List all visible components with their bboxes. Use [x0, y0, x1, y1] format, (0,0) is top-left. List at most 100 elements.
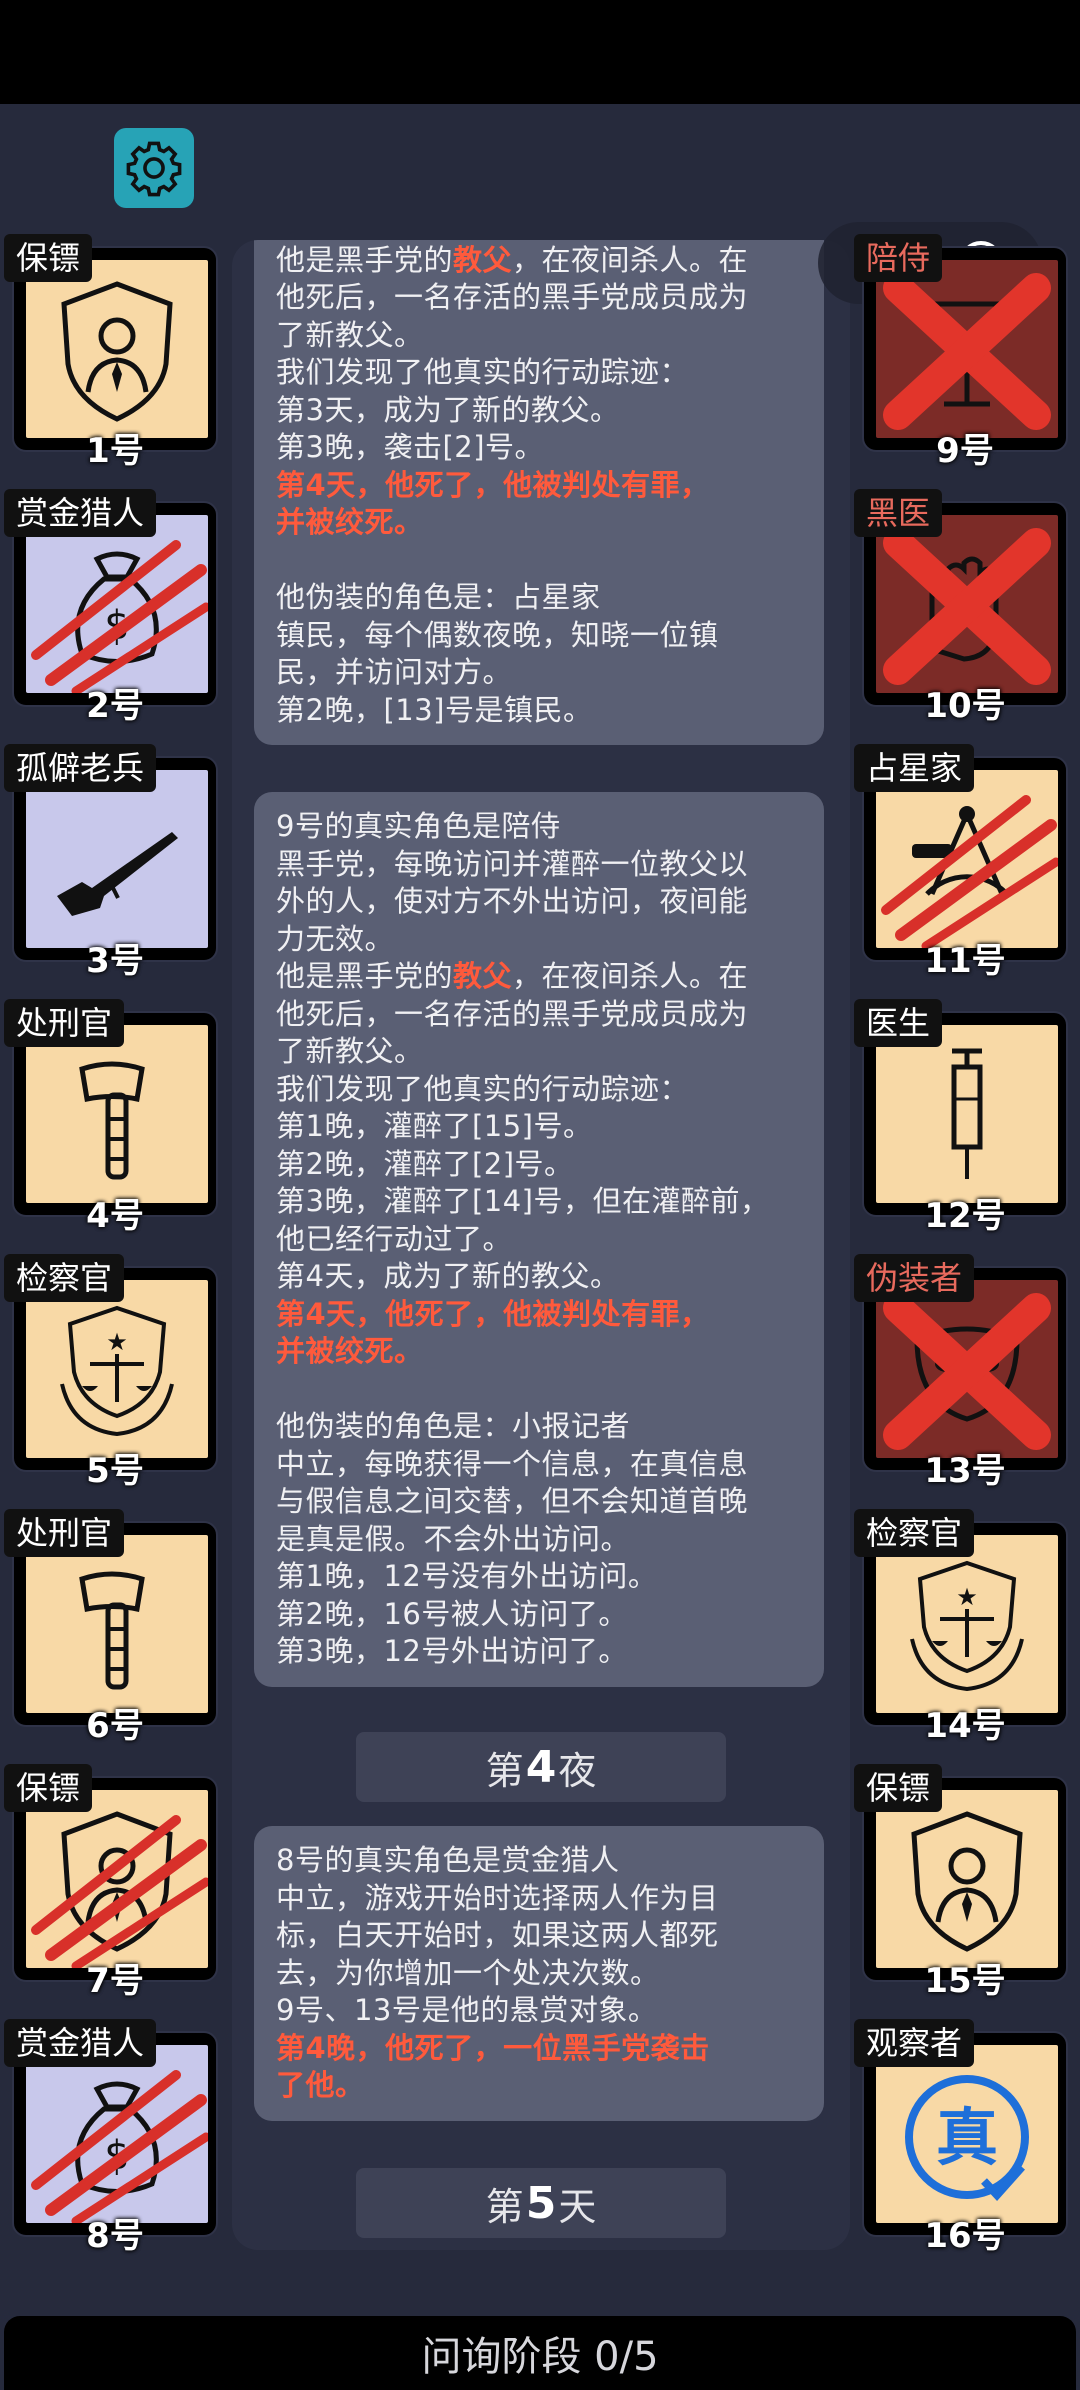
player-card[interactable]: 真 观察者 16号: [854, 2019, 1068, 2256]
log-text: 镇民，每个偶数夜晚，知晓一位镇: [276, 617, 719, 652]
log-line: 他已经行动过了。: [276, 1221, 802, 1259]
player-role-label: 黑医: [854, 489, 943, 537]
player-card[interactable]: 伪装者 13号: [854, 1254, 1068, 1491]
player-portrait: [876, 1790, 1058, 1968]
hand-icon: [929, 556, 999, 662]
log-text: 是真是假。不会外出访问。: [276, 1521, 631, 1556]
log-text: 我们发现了他真实的行动踪迹：: [276, 355, 690, 389]
log-line: 黑手党，每晚访问并灌醉一位教父以: [276, 846, 802, 884]
log-text: 了新教父。: [276, 317, 424, 352]
player-number: 4号: [86, 1196, 144, 1236]
player-card[interactable]: $ 赏金猎人 2号: [4, 489, 218, 726]
player-card[interactable]: 陪侍 9号: [854, 234, 1068, 471]
log-line: 第3天，成为了新的教父。: [276, 392, 802, 430]
player-role-label: 陪侍: [854, 234, 943, 282]
inquiry-phase-bar: 问询阶段 0/5: [4, 2316, 1076, 2390]
player-card[interactable]: $ 赏金猎人 8号: [4, 2019, 218, 2256]
log-text: 力无效。: [276, 921, 395, 956]
log-line: 第3晚，袭击[2]号。: [276, 429, 802, 467]
player-portrait: [876, 1280, 1058, 1458]
player-number: 14号: [924, 1706, 1006, 1746]
log-line: 他伪装的角色是：占星家: [276, 579, 802, 617]
log-text: 第2晚，灌醉了[2]号。: [276, 1146, 574, 1181]
player-card[interactable]: 占星家 11号: [854, 744, 1068, 981]
log-line: 标，白天开始时，如果这两人都死: [276, 1917, 802, 1955]
phase-prefix: 第: [485, 2184, 524, 2229]
log-line: 去，为你增加一个处决次数。: [276, 1955, 802, 1993]
player-card[interactable]: 孤僻老兵 3号: [4, 744, 218, 981]
log-text: 他死后，一名存活的黑手党成员成为: [276, 280, 749, 314]
player-role-label: 保镖: [4, 1764, 93, 1812]
log-highlight-text: 并被绞死。: [276, 1334, 424, 1368]
player-card[interactable]: ★ 检察官 5号: [4, 1254, 218, 1491]
sextant-icon: [912, 806, 1009, 896]
player-role-label: 伪装者: [854, 1254, 975, 1302]
player-portrait: [876, 515, 1058, 693]
status-bar: [0, 0, 1080, 104]
log-line: 力无效。: [276, 921, 802, 959]
inquiry-phase-label: 问询阶段 0/5: [421, 2334, 659, 2380]
log-line: 与假信息之间交替，但不会知道首晚: [276, 1483, 802, 1521]
log-message-god-father-1: 外我发一个二的黑手党能力被封了他是黑手党的教父，在夜间杀人。在他死后，一名存活的…: [254, 240, 824, 745]
log-line: 第4晚，他死了，一位黑手党袭击: [276, 2030, 802, 2068]
log-text: 他死后，一名存活的黑手党成员成为: [276, 996, 749, 1031]
player-card[interactable]: 保镖 1号: [4, 234, 218, 471]
log-highlight-text: 并被绞死。: [276, 505, 424, 539]
log-line: 第4天，他死了，他被判处有罪，: [276, 1296, 802, 1334]
player-card[interactable]: 保镖 15号: [854, 1764, 1068, 2001]
player-number: 3号: [86, 941, 144, 981]
log-text: 外的人，使对方不外出访问，夜间能: [276, 884, 749, 918]
truth-eye-icon: 真: [905, 2075, 1029, 2201]
rifle-icon: [57, 832, 178, 916]
log-line: 并被绞死。: [276, 1333, 802, 1371]
log-line: 第4天，成为了新的教父。: [276, 1258, 802, 1296]
player-role-label: 保镖: [4, 234, 93, 282]
player-portrait: [876, 770, 1058, 948]
log-line: 我们发现了他真实的行动踪迹：: [276, 1071, 802, 1109]
svg-text:★: ★: [106, 1328, 128, 1356]
phase-number: 5: [525, 2177, 557, 2229]
log-line: 外的人，使对方不外出访问，夜间能: [276, 883, 802, 921]
log-text: 了新教父。: [276, 1034, 424, 1068]
player-portrait: [26, 1025, 208, 1203]
log-line: 了他。: [276, 2067, 802, 2105]
player-role-label: 检察官: [854, 1509, 975, 1557]
log-text: 第2晚，16号被人访问了。: [276, 1596, 628, 1631]
player-portrait: [876, 260, 1058, 438]
log-line: 他死后，一名存活的黑手党成员成为: [276, 279, 802, 317]
player-role-label: 保镖: [854, 1764, 943, 1812]
log-line: 并被绞死。: [276, 504, 802, 542]
player-card[interactable]: 医生 12号: [854, 999, 1068, 1236]
log-text: 第1晚，12号没有外出访问。: [276, 1559, 658, 1593]
log-line: 第3晚，12号外出访问了。: [276, 1633, 802, 1671]
log-text: 第4天，成为了新的教父。: [276, 1259, 620, 1293]
log-line: 第4天，他死了，他被判处有罪，: [276, 467, 802, 505]
log-text: 9号的真实角色是陪侍: [276, 809, 561, 843]
log-line: 了新教父。: [276, 317, 802, 355]
player-card[interactable]: 处刑官 6号: [4, 1509, 218, 1746]
player-portrait: [26, 1790, 208, 1968]
gear-icon: [126, 141, 182, 197]
log-text: ，在夜间杀人。在: [512, 242, 749, 277]
log-line: 他是黑手党的教父，在夜间杀人。在: [276, 242, 802, 280]
log-text: 他是黑手党的: [276, 959, 454, 993]
player-number: 10号: [924, 686, 1006, 726]
phase-suffix: 夜: [558, 1748, 597, 1793]
settings-button[interactable]: [114, 128, 194, 208]
log-line: 是真是假。不会外出访问。: [276, 1521, 802, 1559]
player-number: 5号: [86, 1451, 144, 1491]
log-text: ，在夜间杀人。在: [512, 959, 749, 993]
log-text: 他伪装的角色是：占星家: [276, 580, 601, 614]
mask-icon: [914, 1326, 1020, 1422]
player-card[interactable]: 处刑官 4号: [4, 999, 218, 1236]
player-card[interactable]: ★ 检察官 14号: [854, 1509, 1068, 1746]
log-line: 我们发现了他真实的行动踪迹：: [276, 354, 802, 392]
player-card[interactable]: 黑医 10号: [854, 489, 1068, 726]
player-number: 1号: [86, 431, 144, 471]
game-log-panel[interactable]: 外我发一个二的黑手党能力被封了他是黑手党的教父，在夜间杀人。在他死后，一名存活的…: [232, 240, 850, 2250]
player-card[interactable]: 保镖 7号: [4, 1764, 218, 2001]
player-portrait: [26, 260, 208, 438]
justice-scales-icon: ★: [60, 1305, 174, 1437]
bodyguard-shield-icon: [61, 1811, 173, 1952]
log-line: 第2晚，[13]号是镇民。: [276, 692, 802, 730]
